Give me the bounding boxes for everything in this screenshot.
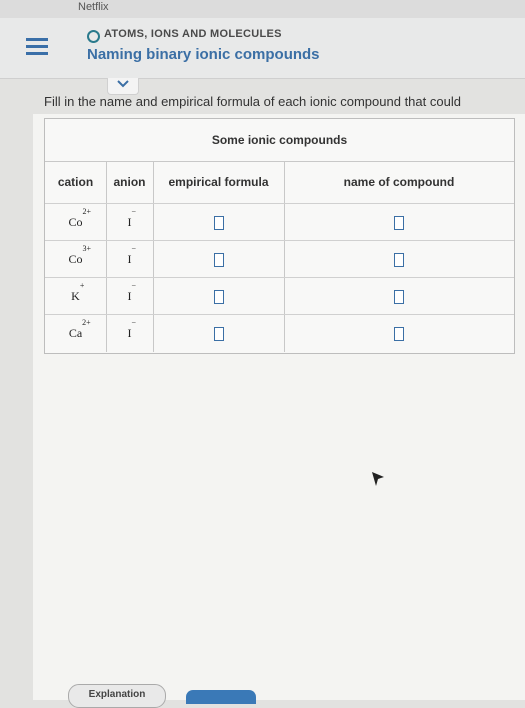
progress-circle-icon [87, 30, 100, 43]
anion-cell: I − [127, 281, 137, 303]
name-input-box[interactable] [394, 326, 404, 341]
hamburger-menu-icon[interactable] [26, 38, 48, 59]
topic-label: ATOMS, IONS AND MOLECULES [104, 28, 282, 40]
table-row: K + I − [45, 277, 514, 315]
anion-cell: I − [127, 244, 137, 266]
formula-input-box[interactable] [213, 289, 224, 304]
explanation-button[interactable]: Explanation [68, 684, 166, 708]
check-button[interactable] [186, 690, 256, 704]
formula-input-box[interactable] [213, 252, 224, 267]
table-row: Co 2+ I − [45, 203, 514, 241]
instruction-text: Fill in the name and empirical formula o… [44, 94, 461, 109]
name-input-box[interactable] [394, 215, 404, 230]
column-header-name-of-compound: name of compound [343, 175, 455, 189]
cation-cell: K + [71, 281, 85, 303]
table-row: Ca 2+ I − [45, 314, 514, 352]
system-top-strip: Netflix [0, 0, 525, 18]
cation-cell: Co 2+ [68, 207, 92, 229]
ionic-compounds-table: Some ionic compounds cation anion empiri… [44, 118, 515, 354]
cation-cell: Co 3+ [68, 244, 92, 266]
header-bar: ATOMS, IONS AND MOLECULES Naming binary … [0, 18, 525, 79]
table-title: Some ionic compounds [45, 119, 514, 162]
netflix-label: Netflix [78, 1, 109, 13]
column-header-empirical-formula: empirical formula [168, 175, 269, 189]
name-input-box[interactable] [394, 252, 404, 267]
chevron-down-icon [117, 80, 129, 88]
column-header-anion: anion [113, 175, 146, 189]
table-row: Co 3+ I − [45, 240, 514, 278]
name-input-box[interactable] [394, 289, 404, 304]
formula-input-box[interactable] [213, 215, 224, 230]
mouse-cursor-icon [372, 472, 384, 486]
column-header-cation: cation [57, 175, 94, 189]
anion-cell: I − [127, 207, 137, 229]
formula-input-box[interactable] [213, 326, 224, 341]
page-title: Naming binary ionic compounds [87, 46, 320, 63]
anion-cell: I − [127, 318, 137, 340]
cation-cell: Ca 2+ [68, 318, 91, 340]
collapse-toggle[interactable] [107, 78, 139, 95]
